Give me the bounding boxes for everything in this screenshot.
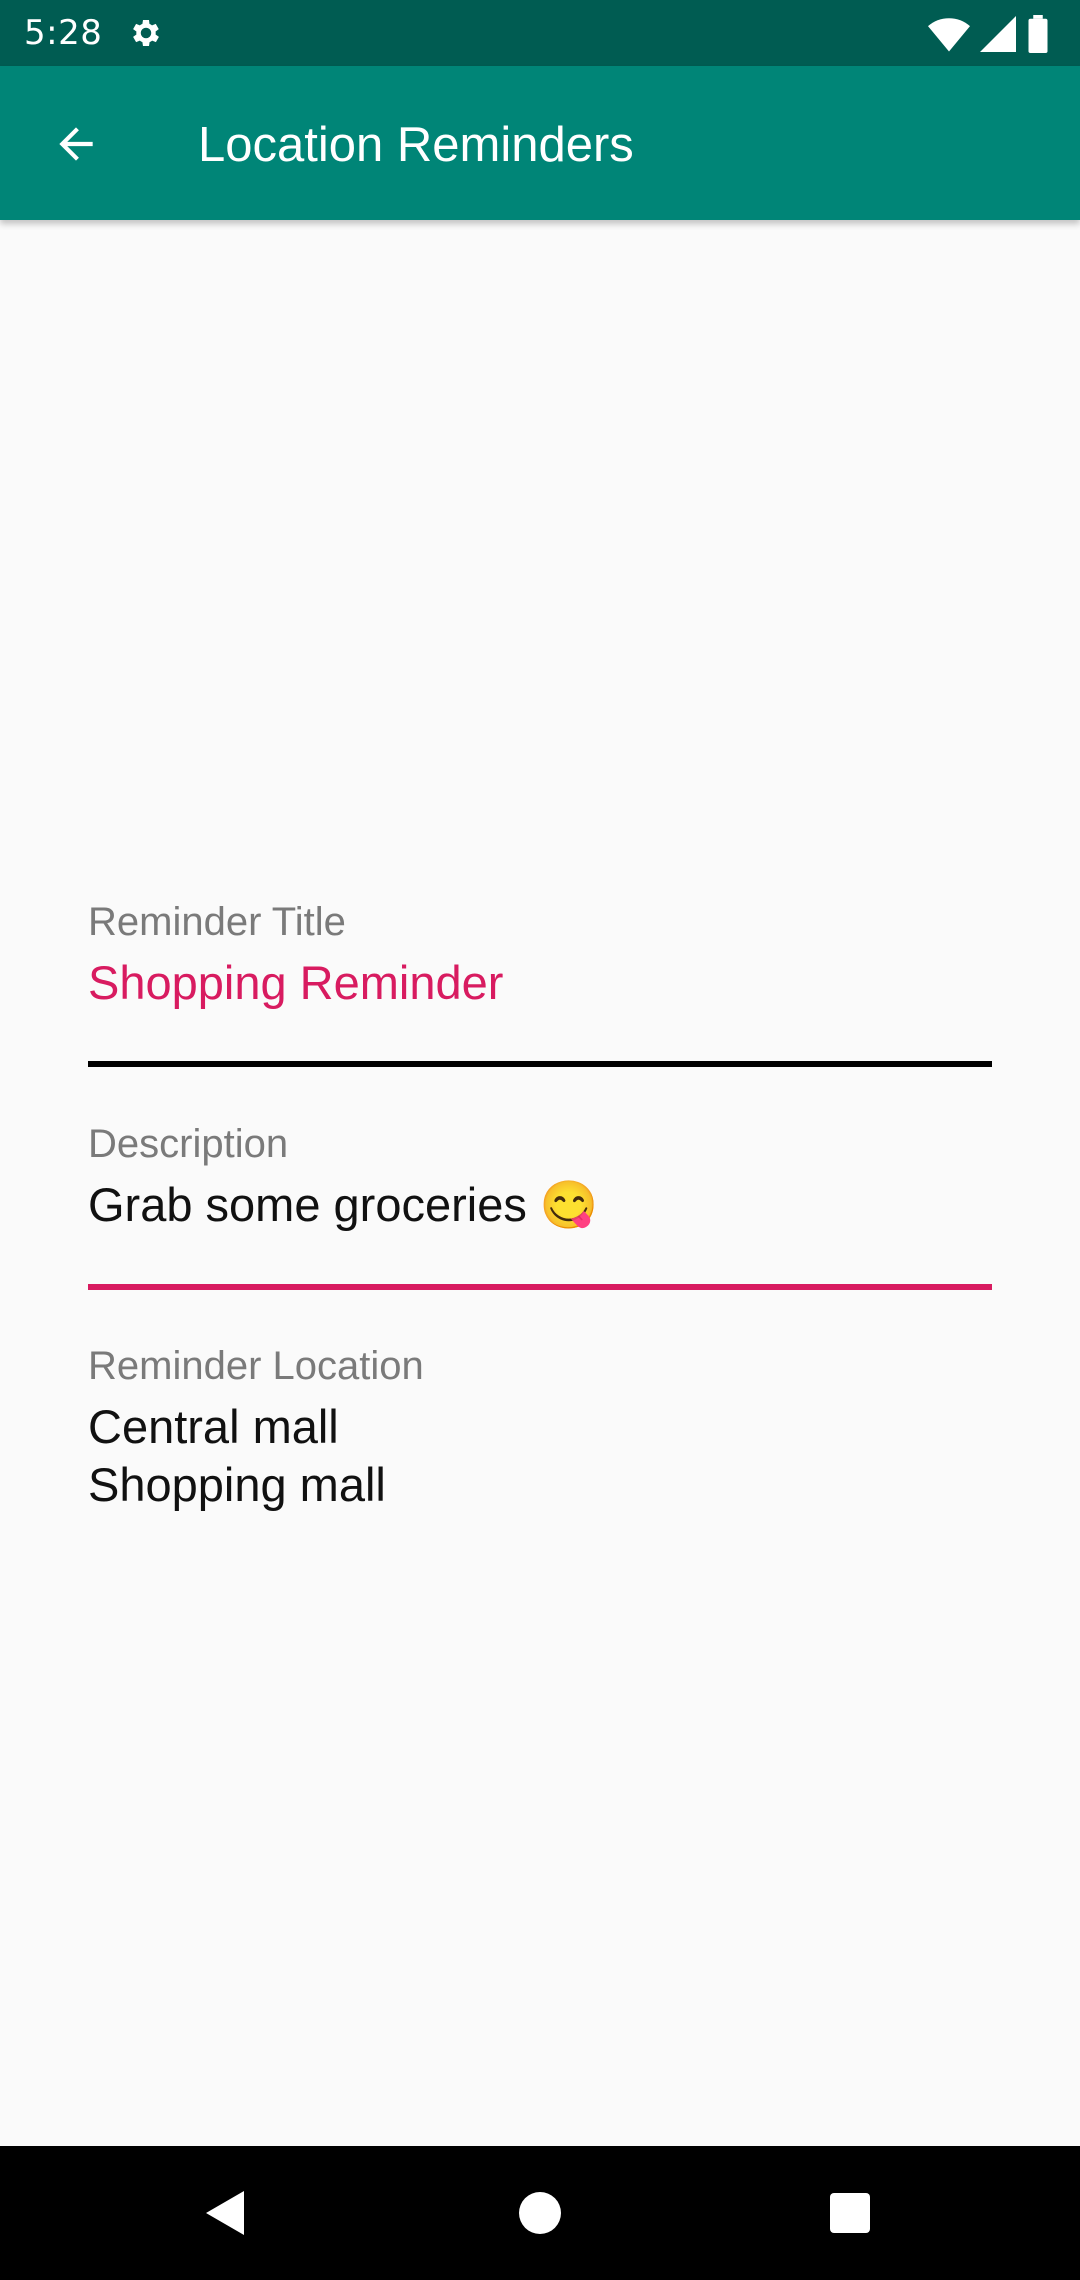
system-nav-bar xyxy=(0,2146,1080,2280)
reminder-location-field[interactable]: Reminder Location Central mall Shopping … xyxy=(88,1340,992,1514)
settings-icon xyxy=(133,19,159,47)
back-button[interactable] xyxy=(36,109,116,179)
home-circle-icon xyxy=(519,2192,561,2234)
status-bar: 5:28 xyxy=(0,0,1080,66)
description-underline xyxy=(88,1284,992,1290)
wifi-icon xyxy=(928,18,970,52)
nav-back-button[interactable] xyxy=(186,2176,266,2250)
description-field[interactable]: Description Grab some groceries 😋 xyxy=(88,1118,992,1234)
nav-recents-button[interactable] xyxy=(810,2176,890,2250)
recents-square-icon xyxy=(830,2193,870,2233)
app-bar: Location Reminders xyxy=(0,66,1080,220)
description-label: Description xyxy=(88,1122,289,1166)
page-title: Location Reminders xyxy=(198,118,634,172)
reminder-title-value[interactable]: Shopping Reminder xyxy=(88,954,992,1012)
battery-icon xyxy=(1028,15,1048,53)
reminder-title-label: Reminder Title xyxy=(88,900,346,944)
status-icons xyxy=(928,14,1050,54)
status-time: 5:28 xyxy=(24,13,103,53)
reminder-title-underline xyxy=(88,1061,992,1067)
back-triangle-icon xyxy=(206,2191,244,2235)
arrow-back-icon xyxy=(59,127,93,161)
reminder-location-value[interactable]: Central mall Shopping mall xyxy=(88,1398,992,1514)
nav-home-button[interactable] xyxy=(500,2176,580,2250)
reminder-location-label: Reminder Location xyxy=(88,1344,424,1388)
description-value[interactable]: Grab some groceries 😋 xyxy=(88,1176,992,1234)
signal-icon xyxy=(980,16,1016,52)
reminder-title-field[interactable]: Reminder Title Shopping Reminder xyxy=(88,896,992,1012)
